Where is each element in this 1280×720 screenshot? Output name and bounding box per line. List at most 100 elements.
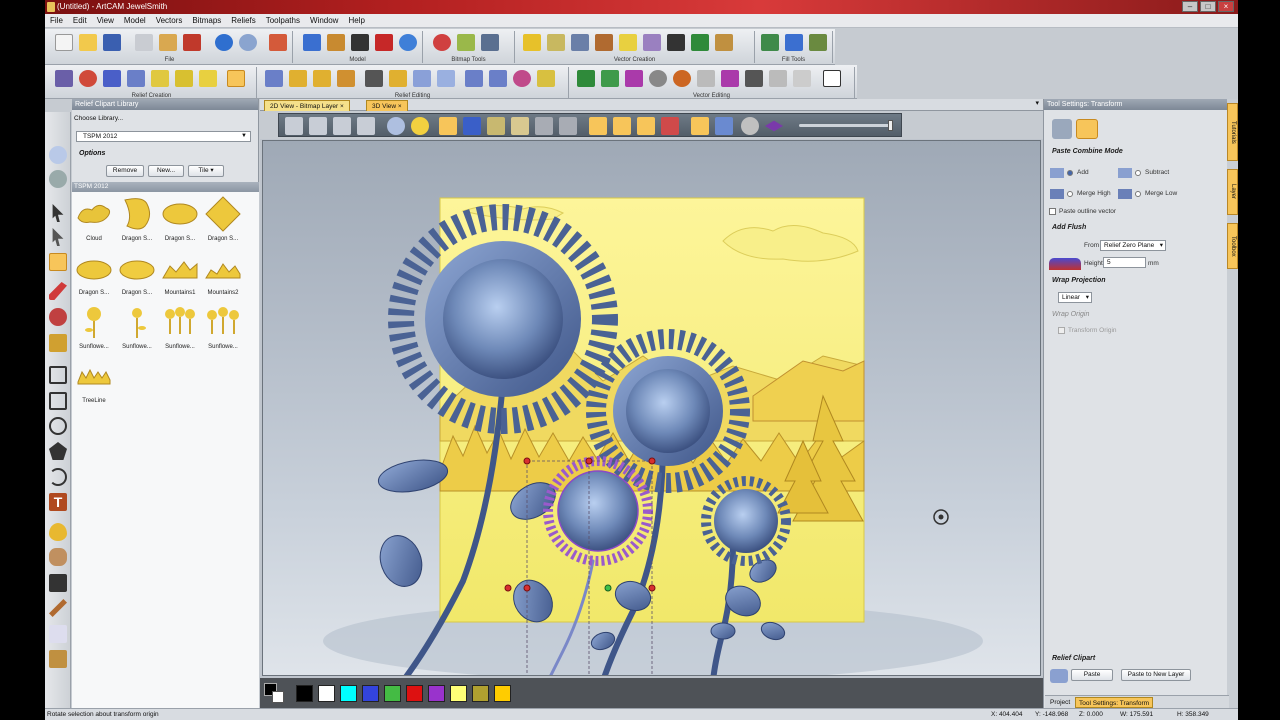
paste-relief-icon[interactable] — [227, 70, 245, 87]
relief-layer-view-icon[interactable] — [439, 117, 457, 135]
zoom-slider[interactable] — [799, 120, 893, 131]
measure-icon[interactable] — [49, 574, 67, 592]
star-relief-icon[interactable] — [103, 70, 121, 87]
palette-swatch[interactable] — [340, 685, 357, 702]
palette-swatch[interactable] — [494, 685, 511, 702]
paste-button[interactable]: Paste — [1071, 669, 1113, 681]
node-select-icon[interactable] — [52, 228, 64, 246]
clipart-dragon-3[interactable]: Dragon S... — [203, 196, 243, 246]
grid-vector-icon[interactable] — [691, 34, 709, 51]
wireframe-view-icon[interactable] — [535, 117, 553, 135]
texture-relief-icon[interactable] — [175, 70, 193, 87]
clipart-cloud[interactable]: Cloud — [74, 196, 114, 246]
fade-relief-icon[interactable] — [337, 70, 355, 87]
texture-fill-icon[interactable] — [809, 34, 827, 51]
palette-swatch[interactable] — [428, 685, 445, 702]
clipart-sunflower-3[interactable]: Sunflowe... — [160, 304, 200, 354]
copy-icon[interactable] — [159, 34, 177, 51]
material-icon[interactable] — [375, 34, 393, 51]
menu-view[interactable]: View — [92, 16, 119, 25]
clipart-mountains2[interactable]: Mountains2 — [203, 250, 243, 300]
clipart-dragon-4[interactable]: Dragon S... — [74, 250, 114, 300]
transform-tool-icon[interactable] — [49, 253, 67, 271]
clipart-sunflower-2[interactable]: Sunflowe... — [117, 304, 157, 354]
palette-swatch[interactable] — [450, 685, 467, 702]
zoom-slider-thumb[interactable] — [888, 120, 893, 131]
offset-relief-icon[interactable] — [437, 70, 455, 87]
close-icon[interactable]: × — [398, 103, 402, 110]
height-icon[interactable] — [389, 70, 407, 87]
menu-edit[interactable]: Edit — [68, 16, 92, 25]
paste-view-icon[interactable] — [691, 117, 709, 135]
ungroup-vector-icon[interactable] — [745, 70, 763, 87]
polyline-icon[interactable] — [49, 366, 67, 384]
height-input[interactable]: 5 — [1103, 257, 1146, 268]
paste-icon[interactable] — [183, 34, 201, 51]
bitmap-select-icon[interactable] — [433, 34, 451, 51]
pencil-icon[interactable] — [269, 34, 287, 51]
tab-project[interactable]: Project — [1047, 697, 1073, 708]
redo-icon[interactable] — [239, 34, 257, 51]
menu-bitmaps[interactable]: Bitmaps — [187, 16, 226, 25]
grid-view-icon[interactable] — [559, 117, 577, 135]
sculpt-icon[interactable] — [289, 70, 307, 87]
fill-bucket-icon[interactable] — [49, 334, 67, 352]
palette-swatch[interactable] — [406, 685, 423, 702]
globe-view-icon[interactable] — [49, 170, 67, 188]
menu-reliefs[interactable]: Reliefs — [226, 16, 260, 25]
side-tab-toolbox[interactable]: Toolbox — [1227, 223, 1238, 269]
title-bar[interactable]: (Untitled) - ArtCAM JewelSmith – □ × — [45, 0, 1238, 14]
calculator-icon[interactable] — [351, 34, 369, 51]
stamp-icon[interactable] — [49, 650, 67, 668]
minimize-button[interactable]: – — [1182, 1, 1198, 12]
clipart-sunflower-1[interactable]: Sunflowe... — [74, 304, 114, 354]
text-tool-icon[interactable]: T — [49, 493, 67, 511]
shape-editor-icon[interactable] — [55, 70, 73, 87]
node-edit-icon[interactable] — [571, 34, 589, 51]
join-vector-icon[interactable] — [769, 70, 787, 87]
diamond-vector-icon[interactable] — [619, 34, 637, 51]
tab-3d-view[interactable]: 3D View × — [366, 100, 408, 111]
from-select[interactable]: Relief Zero Plane ▾ — [1100, 240, 1166, 251]
align-vector-icon[interactable] — [823, 70, 841, 87]
menu-help[interactable]: Help — [343, 16, 369, 25]
clipart-sunflower-4[interactable]: Sunflowe... — [203, 304, 243, 354]
diamond-view-icon[interactable] — [765, 120, 783, 132]
two-rail-sweep-icon[interactable] — [127, 70, 145, 87]
merge-low-radio[interactable] — [1135, 191, 1141, 197]
paint-brush-icon[interactable] — [49, 308, 67, 326]
3d-viewport[interactable] — [262, 140, 1041, 676]
relief-layer-icon[interactable] — [537, 70, 555, 87]
wrap-icon[interactable] — [413, 70, 431, 87]
zoom-view-icon[interactable] — [387, 117, 405, 135]
wrap-projection-select[interactable]: Linear ▾ — [1058, 292, 1092, 303]
close-vector-icon[interactable] — [793, 70, 811, 87]
side-tab-tutorials[interactable]: Tutorials — [1227, 103, 1238, 161]
close-icon[interactable]: × — [340, 103, 344, 110]
clipart-treeline[interactable]: TreeLine — [74, 358, 114, 408]
close-button[interactable]: × — [1218, 1, 1234, 12]
remove-button[interactable]: Remove — [106, 165, 144, 177]
clipart-dragon-2[interactable]: Dragon S... — [160, 196, 200, 246]
tabs-menu-icon[interactable]: ▾ — [1035, 99, 1039, 107]
smooth-relief-icon[interactable] — [265, 70, 283, 87]
select-arrow-icon[interactable] — [52, 204, 64, 222]
red-layer-view-icon[interactable] — [661, 117, 679, 135]
rectangle-icon[interactable] — [49, 392, 67, 410]
iso-view-icon[interactable] — [285, 117, 303, 135]
layer-view-icon[interactable] — [589, 117, 607, 135]
fg-bg-color-swatch[interactable] — [264, 683, 286, 703]
toolpath-icon[interactable] — [327, 34, 345, 51]
knife-icon[interactable] — [49, 599, 67, 617]
undo-icon[interactable] — [215, 34, 233, 51]
scale-relief-icon[interactable] — [313, 70, 331, 87]
wave-fill-icon[interactable] — [785, 34, 803, 51]
star-view-icon[interactable] — [613, 117, 631, 135]
menu-toolpaths[interactable]: Toolpaths — [261, 16, 305, 25]
menu-file[interactable]: File — [45, 16, 68, 25]
reset-relief-icon[interactable] — [489, 70, 507, 87]
light-icon[interactable] — [411, 117, 429, 135]
front-view-icon[interactable] — [309, 117, 327, 135]
new-button[interactable]: New... — [148, 165, 184, 177]
open-folder-icon[interactable] — [79, 34, 97, 51]
